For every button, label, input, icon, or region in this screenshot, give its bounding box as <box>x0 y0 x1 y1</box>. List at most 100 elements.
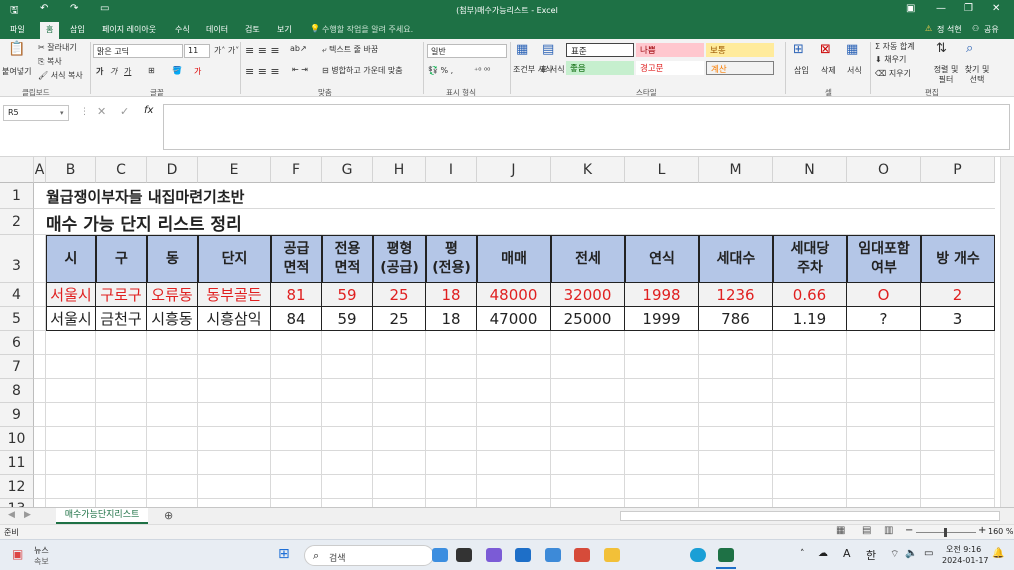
cell[interactable] <box>426 403 477 427</box>
tray-cloud-icon[interactable]: ☁ <box>818 548 828 559</box>
row-header-9[interactable]: 9 <box>0 403 34 427</box>
col-header-K[interactable]: K <box>551 157 625 183</box>
delete-cells-button[interactable]: 삭제 <box>821 65 836 76</box>
cell[interactable] <box>34 403 46 427</box>
cell[interactable] <box>921 331 995 355</box>
border-icon[interactable]: ⊞ <box>148 66 155 75</box>
cell[interactable] <box>426 331 477 355</box>
cell[interactable] <box>46 331 96 355</box>
find-select-button[interactable]: 찾기 및 선택 <box>962 65 992 85</box>
cell[interactable] <box>34 331 46 355</box>
vertical-scrollbar[interactable] <box>1000 157 1014 507</box>
cell[interactable] <box>96 475 147 499</box>
underline-button[interactable]: 가 <box>124 66 131 77</box>
paste-button[interactable]: 붙여넣기 <box>2 66 31 77</box>
data-cell[interactable]: 시흥삼익 <box>198 307 271 331</box>
row-header-3[interactable]: 3 <box>0 235 34 283</box>
cell[interactable] <box>551 451 625 475</box>
cell[interactable] <box>322 475 373 499</box>
tab-insert[interactable]: 삽입 <box>70 24 85 35</box>
data-cell[interactable]: 59 <box>322 307 373 331</box>
share-button[interactable]: 공유 <box>984 24 999 35</box>
cell[interactable] <box>198 331 271 355</box>
cell[interactable] <box>773 475 847 499</box>
cell[interactable] <box>551 331 625 355</box>
cell[interactable] <box>921 427 995 451</box>
cell[interactable] <box>46 403 96 427</box>
row-header-7[interactable]: 7 <box>0 355 34 379</box>
cell[interactable] <box>34 355 46 379</box>
horizontal-scrollbar[interactable] <box>620 511 1000 521</box>
header-cell[interactable]: 임대포함 여부 <box>847 235 921 283</box>
data-cell[interactable]: 18 <box>426 283 477 307</box>
cell[interactable] <box>34 499 46 507</box>
sheet-title-1[interactable]: 월급쟁이부자들 내집마련기초반 <box>46 183 606 209</box>
cell[interactable] <box>477 331 551 355</box>
row-header-1[interactable]: 1 <box>0 183 34 209</box>
sort-filter-icon[interactable]: ⇅ <box>936 41 947 56</box>
row-header-8[interactable]: 8 <box>0 379 34 403</box>
col-header-L[interactable]: L <box>625 157 699 183</box>
cell[interactable] <box>46 499 96 507</box>
cell[interactable] <box>551 355 625 379</box>
cell[interactable] <box>271 355 322 379</box>
header-cell[interactable]: 전세 <box>551 235 625 283</box>
zoom-slider-thumb[interactable] <box>944 528 947 537</box>
cell[interactable] <box>373 331 426 355</box>
cell[interactable] <box>699 499 773 507</box>
col-header-E[interactable]: E <box>198 157 271 183</box>
cell[interactable] <box>147 451 198 475</box>
maximize-icon[interactable]: ❐ <box>964 3 973 14</box>
sheet-prev-icon[interactable]: ◀ <box>8 510 15 520</box>
cell[interactable] <box>847 379 921 403</box>
data-cell[interactable]: 서울시 <box>46 283 96 307</box>
data-cell[interactable]: 59 <box>322 283 373 307</box>
conditional-format-icon[interactable]: ▦ <box>516 42 528 57</box>
zoom-in-icon[interactable]: + <box>978 525 986 536</box>
col-header-J[interactable]: J <box>477 157 551 183</box>
cell[interactable] <box>34 475 46 499</box>
cell[interactable] <box>773 209 847 235</box>
cell[interactable] <box>426 355 477 379</box>
cell[interactable] <box>477 403 551 427</box>
row-header-11[interactable]: 11 <box>0 451 34 475</box>
cell[interactable] <box>373 499 426 507</box>
merge-center-button[interactable]: ⊟ 병합하고 가운데 맞춤 <box>322 65 403 76</box>
cell[interactable] <box>921 499 995 507</box>
autosum-button[interactable]: Σ 자동 합계 <box>875 41 915 52</box>
align-top-icon[interactable]: ≡ ≡ ≡ <box>245 44 280 57</box>
data-cell[interactable]: 금천구 <box>96 307 147 331</box>
data-cell[interactable]: 1.19 <box>773 307 847 331</box>
cell[interactable] <box>322 499 373 507</box>
header-cell[interactable]: 구 <box>96 235 147 283</box>
style-bad[interactable]: 나쁨 <box>636 43 704 57</box>
row-header-10[interactable]: 10 <box>0 427 34 451</box>
cell[interactable] <box>198 427 271 451</box>
cell[interactable] <box>46 355 96 379</box>
format-cells-icon[interactable]: ▦ <box>846 42 858 57</box>
select-all-corner[interactable] <box>0 157 34 183</box>
cell[interactable] <box>625 403 699 427</box>
cell[interactable] <box>921 209 995 235</box>
cell[interactable] <box>373 451 426 475</box>
tab-view[interactable]: 보기 <box>277 24 292 35</box>
zoom-level[interactable]: 160 % <box>988 527 1013 536</box>
data-cell[interactable]: 47000 <box>477 307 551 331</box>
font-color-icon[interactable]: 가 <box>194 66 201 77</box>
formula-input[interactable] <box>163 104 1010 150</box>
col-header-F[interactable]: F <box>271 157 322 183</box>
cell[interactable] <box>625 183 699 209</box>
volume-icon[interactable]: 🔈 <box>905 548 917 559</box>
cell[interactable] <box>34 283 46 307</box>
page-layout-view-icon[interactable]: ▤ <box>862 525 871 536</box>
cell[interactable] <box>46 427 96 451</box>
cell[interactable] <box>699 355 773 379</box>
copy-button[interactable]: ⎘ 복사 <box>38 56 62 67</box>
cell[interactable] <box>477 499 551 507</box>
cell[interactable] <box>271 475 322 499</box>
wifi-icon[interactable]: ⌔ <box>890 548 899 561</box>
sheet-title-2[interactable]: 매수 가능 단지 리스트 정리 <box>46 209 606 235</box>
cell[interactable] <box>426 427 477 451</box>
cell[interactable] <box>773 499 847 507</box>
cell[interactable] <box>847 427 921 451</box>
